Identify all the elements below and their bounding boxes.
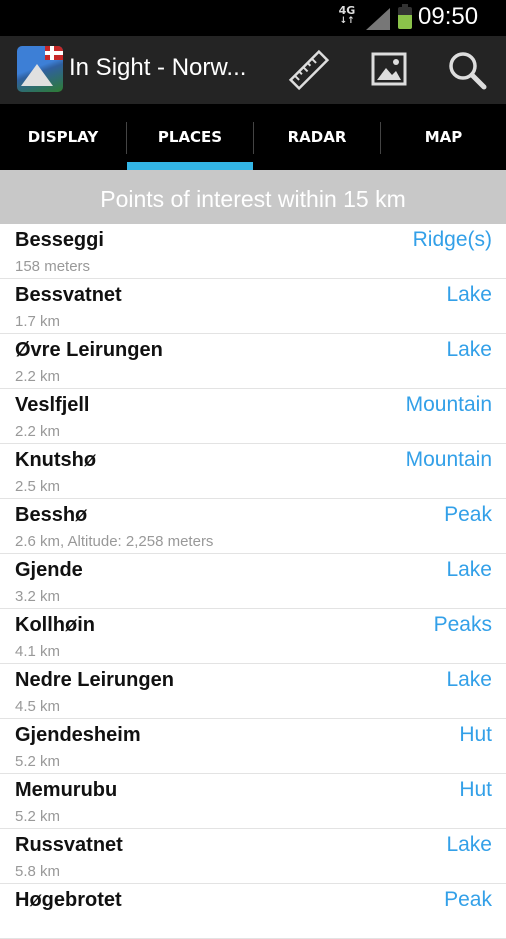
place-name: Nedre Leirungen [15,669,174,691]
place-type: Mountain [405,448,492,471]
place-detail: 1.7 km [15,313,61,330]
list-item[interactable]: Bessvatnet 1.7 km Lake [0,279,506,334]
list-header: Points of interest within 15 km [0,170,506,224]
place-type: Hut [459,778,492,801]
app-title[interactable]: In Sight - Norw... [69,54,246,82]
list-item[interactable]: Gjendesheim 5.2 km Hut [0,719,506,774]
place-type: Mountain [405,393,492,416]
image-icon [371,52,407,86]
place-type: Lake [446,668,492,691]
list-item[interactable]: Russvatnet 5.8 km Lake [0,829,506,884]
list-item[interactable]: Nedre Leirungen 4.5 km Lake [0,664,506,719]
place-detail: 2.2 km [15,368,61,385]
place-type: Peak [444,888,492,911]
tab-selected-indicator [127,162,253,170]
status-time: 09:50 [418,3,479,30]
list-item[interactable]: Besseggi 158 meters Ridge(s) [0,224,506,279]
place-type: Lake [446,833,492,856]
list-item[interactable]: Kollhøin 4.1 km Peaks [0,609,506,664]
ruler-button[interactable] [282,44,336,96]
tab-display[interactable]: DISPLAY [0,104,126,170]
action-bar: In Sight - Norw... [0,36,506,104]
place-detail: 158 meters [15,258,91,275]
app-logo-icon[interactable] [17,46,63,92]
place-type: Peak [444,503,492,526]
tab-bar: DISPLAY PLACES RADAR MAP [0,104,506,170]
ruler-icon [288,49,330,91]
place-detail: 5.2 km [15,753,61,770]
network-indicator: 4G ↓↑ [338,5,356,27]
place-name: Bessvatnet [15,284,122,306]
place-name: Knutshø [15,449,97,471]
status-bar: 4G ↓↑ 09:50 [0,0,506,36]
place-detail: 4.1 km [15,643,61,660]
place-detail: 2.5 km [15,478,61,495]
place-type: Lake [446,338,492,361]
search-icon [449,52,487,90]
place-name: Høgebrotet [15,889,122,911]
tab-map[interactable]: MAP [381,104,506,170]
place-detail: 2.2 km [15,423,61,440]
place-type: Lake [446,558,492,581]
place-name: Gjendesheim [15,724,141,746]
place-type: Peaks [433,613,492,636]
signal-icon [366,8,390,30]
list-item[interactable]: Veslfjell 2.2 km Mountain [0,389,506,444]
battery-icon [398,4,412,29]
tab-radar[interactable]: RADAR [254,104,380,170]
tab-places[interactable]: PLACES [127,104,253,170]
place-name: Russvatnet [15,834,123,856]
place-name: Gjende [15,559,83,581]
network-arrows-icon: ↓↑ [339,16,355,26]
place-detail: 5.8 km [15,863,61,880]
place-detail: 4.5 km [15,698,61,715]
gallery-button[interactable] [362,44,416,96]
places-list[interactable]: Besseggi 158 meters Ridge(s) Bessvatnet … [0,224,506,939]
place-type: Hut [459,723,492,746]
list-item[interactable]: Knutshø 2.5 km Mountain [0,444,506,499]
place-name: Besseggi [15,229,104,251]
list-item[interactable]: Besshø 2.6 km, Altitude: 2,258 meters Pe… [0,499,506,554]
place-name: Øvre Leirungen [15,339,163,361]
place-name: Besshø [15,504,88,526]
place-type: Lake [446,283,492,306]
search-button[interactable] [440,44,494,96]
place-detail: 3.2 km [15,588,61,605]
list-item[interactable]: Memurubu 5.2 km Hut [0,774,506,829]
list-item[interactable]: Gjende 3.2 km Lake [0,554,506,609]
place-name: Veslfjell [15,394,90,416]
list-item[interactable]: Høgebrotet Peak [0,884,506,939]
place-name: Memurubu [15,779,118,801]
list-item[interactable]: Øvre Leirungen 2.2 km Lake [0,334,506,389]
place-detail: 5.2 km [15,808,61,825]
place-type: Ridge(s) [412,228,492,251]
place-name: Kollhøin [15,614,95,636]
place-detail: 2.6 km, Altitude: 2,258 meters [15,533,214,550]
